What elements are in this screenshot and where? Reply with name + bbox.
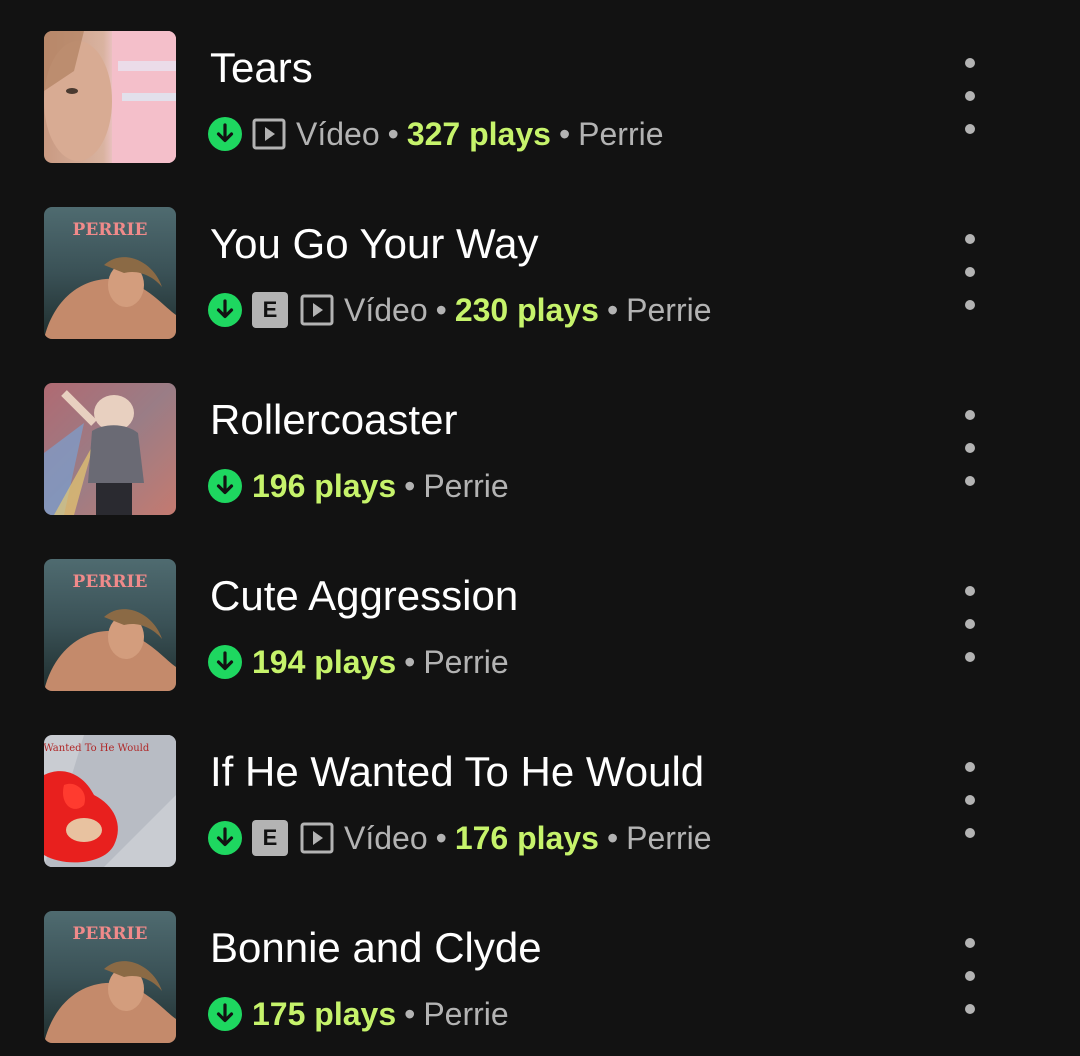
explicit-badge: E bbox=[252, 292, 288, 328]
more-options-icon[interactable] bbox=[950, 586, 990, 662]
album-art: PERRIE bbox=[44, 207, 176, 339]
play-count: 176 plays bbox=[454, 819, 599, 856]
video-label: Vídeo bbox=[344, 819, 428, 856]
video-icon bbox=[252, 118, 286, 150]
play-count: 230 plays bbox=[454, 291, 599, 328]
album-art bbox=[44, 31, 176, 163]
track-row[interactable]: PERRIE Cute Aggression 194 plays • Perri… bbox=[0, 528, 1080, 704]
separator: • bbox=[606, 291, 619, 328]
album-title-text: If He Wanted To He Would bbox=[44, 743, 150, 754]
track-meta: 196 plays • Perrie bbox=[208, 462, 509, 510]
track-row[interactable]: Rollercoaster 196 plays • Perrie bbox=[0, 352, 1080, 528]
album-art: If He Wanted To He Would bbox=[44, 735, 176, 867]
download-icon bbox=[208, 117, 242, 151]
separator: • bbox=[387, 115, 399, 152]
track-meta: Vídeo • 327 plays • Perrie bbox=[208, 110, 664, 158]
album-art: PERRIE bbox=[44, 559, 176, 691]
track-meta: 175 plays • Perrie bbox=[208, 990, 509, 1038]
download-icon bbox=[208, 997, 242, 1031]
separator: • bbox=[404, 643, 416, 680]
track-title: If He Wanted To He Would bbox=[210, 748, 705, 795]
album-art bbox=[44, 383, 176, 515]
artist-name: Perrie bbox=[626, 819, 712, 856]
track-title: Cute Aggression bbox=[210, 572, 519, 619]
more-options-icon[interactable] bbox=[950, 58, 990, 134]
artist-name: Perrie bbox=[423, 643, 509, 680]
play-count: 175 plays bbox=[252, 995, 397, 1032]
track-title: Bonnie and Clyde bbox=[210, 924, 542, 971]
album-art: PERRIE bbox=[44, 911, 176, 1043]
separator: • bbox=[435, 291, 447, 328]
separator: • bbox=[606, 819, 619, 856]
track-row[interactable]: Tears Vídeo • 327 plays • Perrie bbox=[0, 0, 1080, 176]
video-label: Vídeo bbox=[344, 291, 428, 328]
download-icon bbox=[208, 821, 242, 855]
artist-name: Perrie bbox=[423, 995, 509, 1032]
video-icon bbox=[300, 294, 334, 326]
more-options-icon[interactable] bbox=[950, 762, 990, 838]
play-count: 196 plays bbox=[252, 467, 397, 504]
play-count: 194 plays bbox=[252, 643, 397, 680]
download-icon bbox=[208, 469, 242, 503]
video-label: Vídeo bbox=[296, 115, 380, 152]
separator: • bbox=[435, 819, 447, 856]
album-title-text: PERRIE bbox=[73, 924, 148, 944]
track-title: You Go Your Way bbox=[210, 220, 539, 267]
track-meta: E Vídeo • 176 plays • Perrie bbox=[208, 814, 712, 862]
play-count: 327 plays bbox=[406, 115, 551, 152]
more-options-icon[interactable] bbox=[950, 234, 990, 310]
track-row[interactable]: PERRIE You Go Your Way E Vídeo • 230 pla… bbox=[0, 176, 1080, 352]
track-meta: E Vídeo • 230 plays • Perrie bbox=[208, 286, 712, 334]
album-title-text: PERRIE bbox=[73, 220, 148, 240]
separator: • bbox=[558, 115, 571, 152]
more-options-icon[interactable] bbox=[950, 938, 990, 1014]
more-options-icon[interactable] bbox=[950, 410, 990, 486]
artist-name: Perrie bbox=[578, 115, 664, 152]
explicit-badge: E bbox=[252, 820, 288, 856]
track-title: Rollercoaster bbox=[210, 396, 458, 443]
album-title-text: PERRIE bbox=[73, 572, 148, 592]
download-icon bbox=[208, 293, 242, 327]
video-icon bbox=[300, 822, 334, 854]
track-title: Tears bbox=[210, 44, 313, 91]
separator: • bbox=[404, 467, 416, 504]
artist-name: Perrie bbox=[423, 467, 509, 504]
download-icon bbox=[208, 645, 242, 679]
artist-name: Perrie bbox=[626, 291, 712, 328]
track-row[interactable]: PERRIE Bonnie and Clyde 175 plays • Perr… bbox=[0, 880, 1080, 1056]
track-row[interactable]: If He Wanted To He Would If He Wanted To… bbox=[0, 704, 1080, 880]
separator: • bbox=[404, 995, 416, 1032]
track-list: Tears Vídeo • 327 plays • Perrie PERRIE … bbox=[0, 0, 1080, 1056]
track-meta: 194 plays • Perrie bbox=[208, 638, 509, 686]
